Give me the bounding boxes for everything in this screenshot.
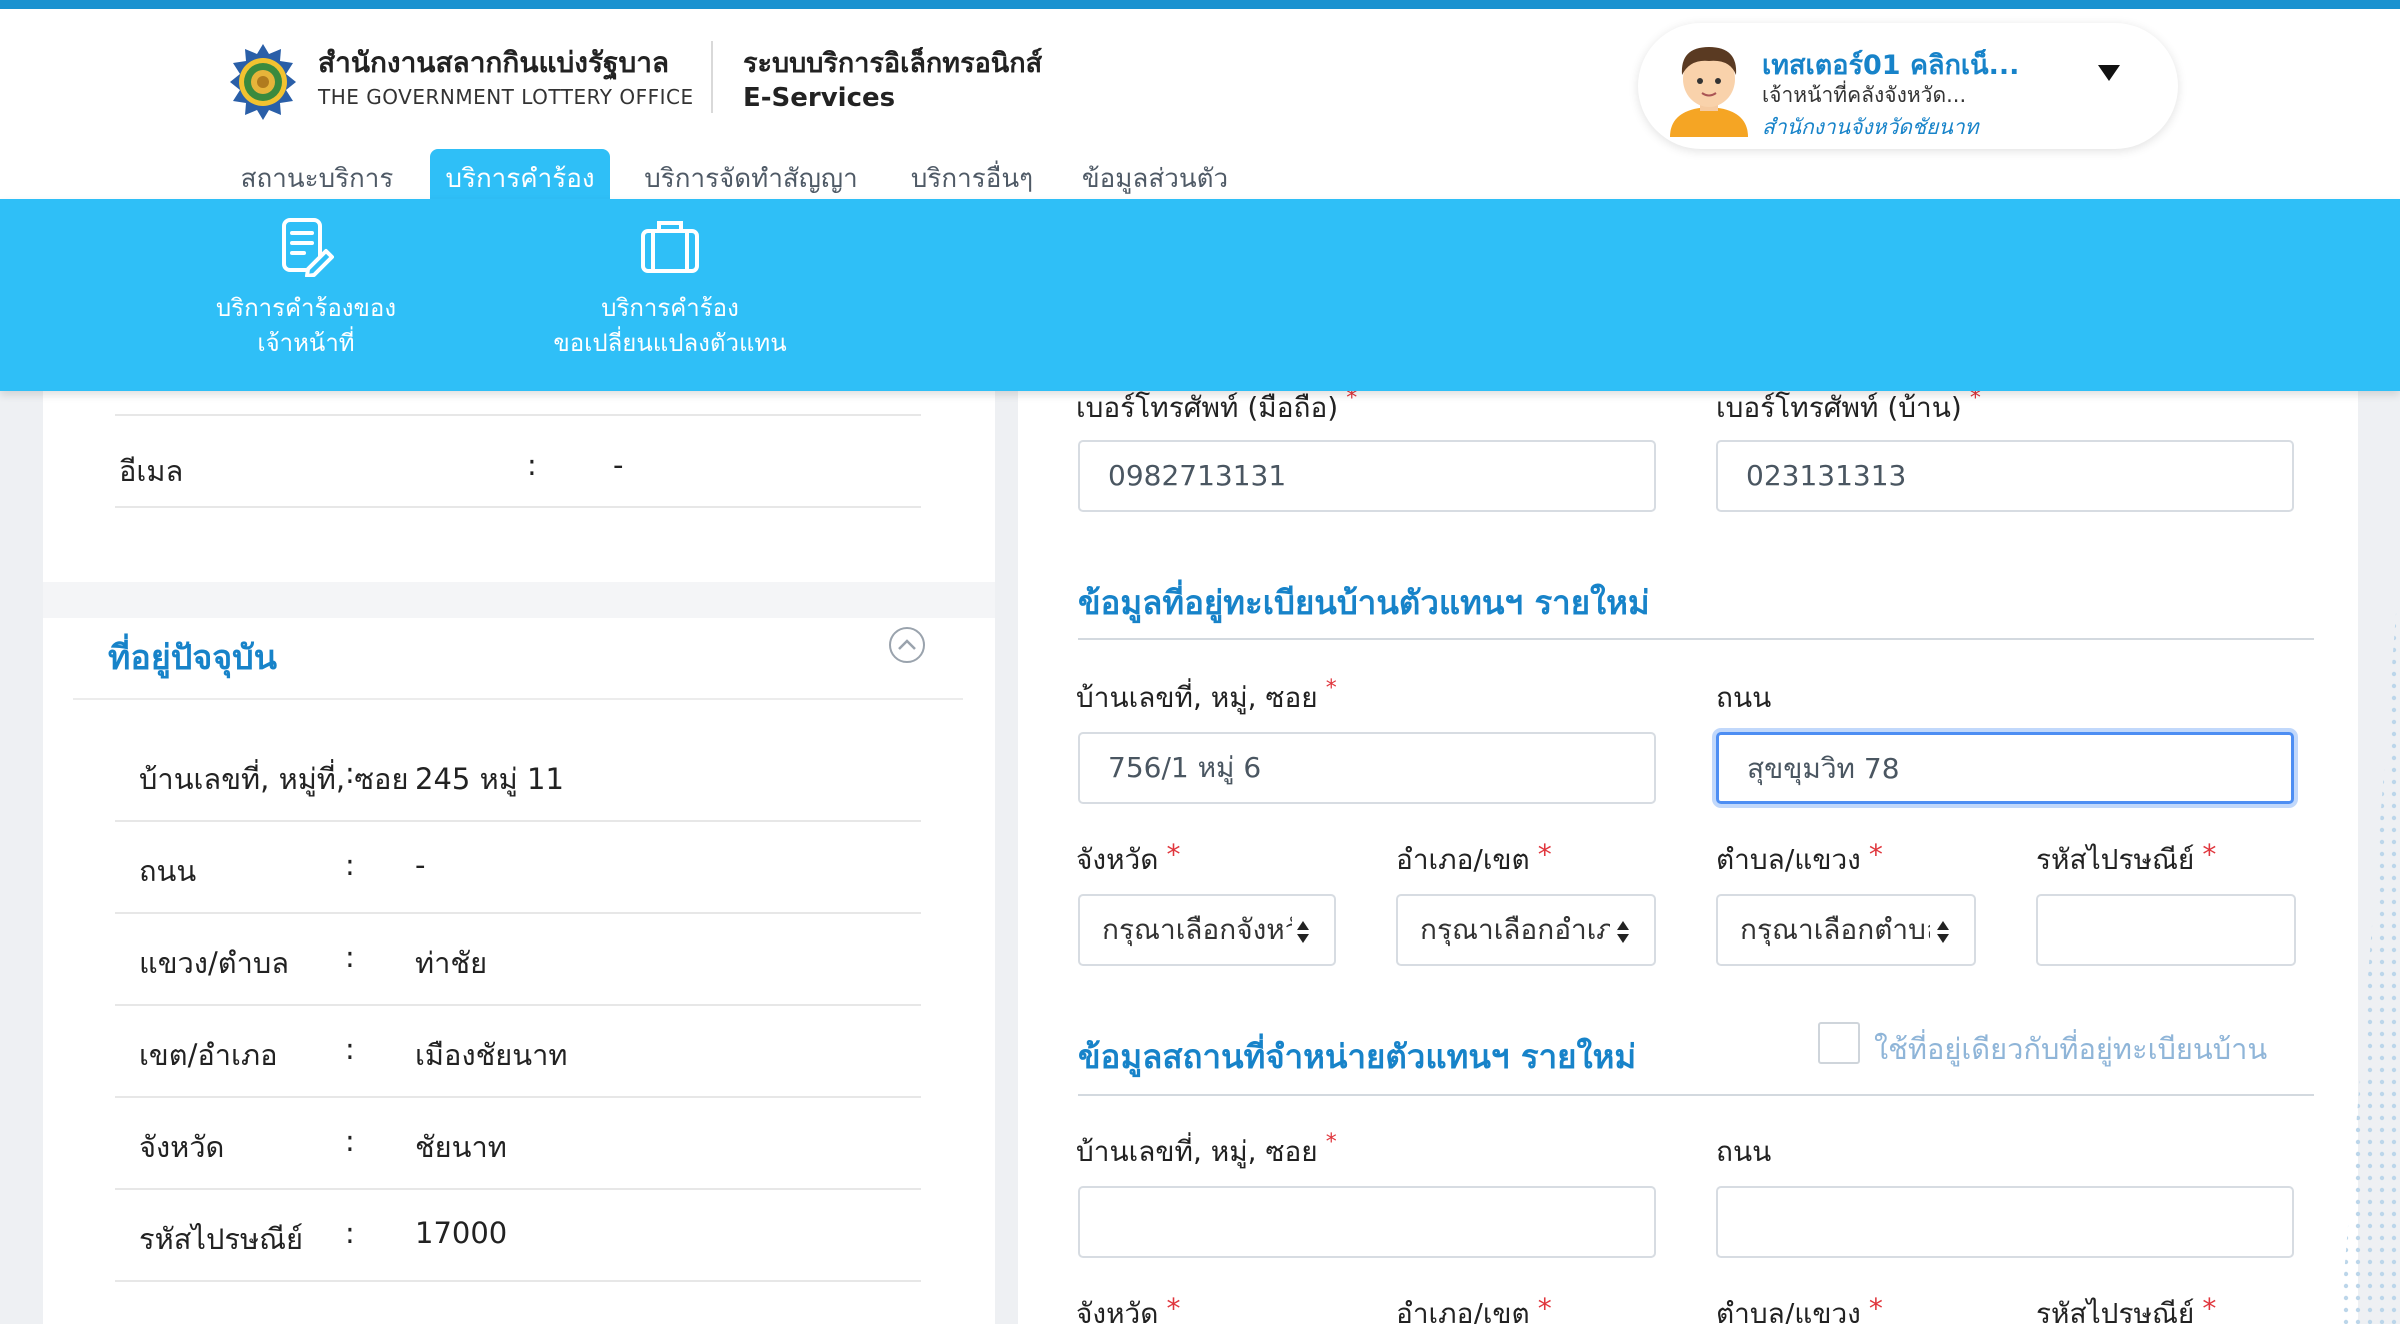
shop-address-section-title: ข้อมูลสถานที่จำหน่ายตัวแทนฯ รายใหม่ — [1078, 1037, 1637, 1076]
reg-postcode-input[interactable] — [2036, 894, 2296, 966]
subnav-officer-requests-line2: เจ้าหน้าที่ — [257, 329, 355, 357]
collapse-chevron-up-icon[interactable] — [888, 626, 926, 664]
select-arrows-icon — [1297, 921, 1309, 943]
select-arrows-icon — [1617, 921, 1629, 943]
address-divider — [73, 698, 963, 700]
reg-road-input[interactable]: สุขขุมวิท 78 — [1716, 732, 2294, 804]
same-address-checkbox[interactable] — [1818, 1022, 1860, 1064]
shop-postcode-label: รหัสไปรษณีย์ * — [2036, 1292, 2217, 1324]
email-label: อีเมล — [119, 454, 184, 488]
address-label: แขวง/ตำบล — [139, 946, 290, 980]
address-row-district: เขต/อำเภอ : เมืองชัยนาท — [115, 1006, 921, 1098]
reg-province-label: จังหวัด * — [1076, 838, 1181, 876]
reg-subdistrict-select[interactable]: กรุณาเลือกตำบล — [1716, 894, 1976, 966]
glo-logo-icon[interactable] — [224, 43, 302, 121]
caret-down-icon[interactable] — [2098, 65, 2120, 81]
shop-road-input[interactable] — [1716, 1186, 2294, 1258]
reg-house-input[interactable]: 756/1 หมู่ 6 — [1078, 732, 1656, 804]
address-row-subdistrict: แขวง/ตำบล : ท่าชัย — [115, 914, 921, 1006]
reg-subdistrict-select-value: กรุณาเลือกตำบล — [1740, 913, 1930, 946]
subnav-officer-requests[interactable]: บริการคำร้องของ เจ้าหน้าที่ — [196, 217, 416, 361]
current-address-title: ที่อยู่ปัจจุบัน — [108, 638, 278, 678]
reg-district-select[interactable]: กรุณาเลือกอำเภอ — [1396, 894, 1656, 966]
shop-house-label: บ้านเลขที่, หมู่, ซอย * — [1076, 1130, 1337, 1168]
registered-address-section-title: ข้อมูลที่อยู่ทะเบียนบ้านตัวแทนฯ รายใหม่ — [1078, 583, 1650, 622]
new-agent-form: เบอร์โทรศัพท์ (มือถือ) * เบอร์โทรศัพท์ (บ… — [1018, 360, 2358, 1324]
user-role: เจ้าหน้าที่คลังจังหวัด... — [1762, 83, 1967, 107]
address-row-province: จังหวัด : ชัยนาท — [115, 1098, 921, 1190]
site-header: สำนักงานสลากกินแบ่งรัฐบาล THE GOVERNMENT… — [0, 9, 2400, 209]
system-name-en: E-Services — [743, 83, 896, 113]
header-divider — [711, 41, 713, 113]
mobile-phone-input[interactable]: 0982713131 — [1078, 440, 1656, 512]
user-profile-menu[interactable]: เทสเตอร์01 คลิกเน็... เจ้าหน้าที่คลังจัง… — [1638, 23, 2178, 149]
shop-road-label: ถนน — [1716, 1135, 1772, 1168]
contact-info-block: อีเมล : - — [43, 360, 995, 582]
same-address-label[interactable]: ใช้ที่อยู่เดียวกับที่อยู่ทะเบียนบ้าน — [1874, 1026, 2267, 1072]
address-row-road: ถนน : - — [115, 822, 921, 914]
shop-house-input[interactable] — [1078, 1186, 1656, 1258]
address-label: บ้านเลขที่, หมู่ที่, ซอย — [139, 762, 409, 796]
address-row-postcode: รหัสไปรษณีย์ : 17000 — [115, 1190, 921, 1282]
reg-house-label: บ้านเลขที่, หมู่, ซอย * — [1076, 676, 1337, 714]
address-value: 17000 — [415, 1216, 508, 1250]
home-phone-label: เบอร์โทรศัพท์ (บ้าน) * — [1716, 386, 1981, 424]
reg-postcode-label: รหัสไปรษณีย์ * — [2036, 838, 2217, 876]
address-colon: : — [345, 1032, 355, 1066]
reg-district-select-value: กรุณาเลือกอำเภอ — [1420, 913, 1610, 946]
reg-province-select[interactable]: กรุณาเลือกจังหวัด — [1078, 894, 1336, 966]
shop-province-label: จังหวัด * — [1076, 1292, 1181, 1324]
address-colon: : — [345, 940, 355, 974]
subnav-change-agent-line2: ขอเปลี่ยนแปลงตัวแทน — [553, 329, 787, 357]
address-colon: : — [345, 1216, 355, 1250]
section-gap — [43, 582, 995, 618]
address-label: เขต/อำเภอ — [139, 1038, 278, 1072]
reg-subdistrict-label: ตำบล/แขวง * — [1716, 838, 1883, 876]
top-accent-bar — [0, 0, 2400, 9]
decorative-dot-pattern — [2340, 560, 2400, 1324]
system-name-th: ระบบบริการอิเล็กทรอนิกส์ — [743, 48, 1043, 79]
address-value: 245 หมู่ 11 — [415, 762, 564, 796]
email-value: - — [613, 448, 624, 482]
section-divider — [1078, 1094, 2314, 1096]
address-value: เมืองชัยนาท — [415, 1038, 568, 1072]
address-value: ชัยนาท — [415, 1130, 507, 1164]
reg-province-select-value: กรุณาเลือกจังหวัด — [1102, 913, 1292, 946]
address-value: - — [415, 848, 426, 882]
address-label: ถนน — [139, 854, 197, 888]
current-address-panel: อีเมล : - ที่อยู่ปัจจุบัน บ้านเลขที่, หม… — [43, 360, 995, 1324]
reg-road-label: ถนน — [1716, 681, 1772, 714]
home-phone-input[interactable]: 023131313 — [1716, 440, 2294, 512]
shop-district-label: อำเภอ/เขต * — [1396, 1292, 1552, 1324]
subnav-change-agent-requests[interactable]: บริการคำร้อง ขอเปลี่ยนแปลงตัวแทน — [540, 217, 800, 361]
shop-subdistrict-label: ตำบล/แขวง * — [1716, 1292, 1883, 1324]
address-colon: : — [345, 848, 355, 882]
address-row-house: บ้านเลขที่, หมู่ที่, ซอย : 245 หมู่ 11 — [115, 730, 921, 822]
subnav-officer-requests-line1: บริการคำร้องของ — [215, 294, 397, 322]
select-arrows-icon — [1937, 921, 1949, 943]
document-edit-icon — [282, 218, 334, 277]
briefcase-icon — [641, 221, 699, 273]
user-avatar — [1670, 47, 1748, 137]
address-label: รหัสไปรษณีย์ — [139, 1222, 303, 1256]
org-name-en: THE GOVERNMENT LOTTERY OFFICE — [318, 85, 694, 109]
section-divider — [1078, 638, 2314, 640]
address-colon: : — [345, 1124, 355, 1158]
address-value: ท่าชัย — [415, 946, 488, 980]
address-colon: : — [345, 756, 355, 790]
subnav-change-agent-line1: บริการคำร้อง — [601, 294, 739, 322]
user-office: สำนักงานจังหวัดชัยนาท — [1762, 115, 1979, 139]
address-label: จังหวัด — [139, 1130, 225, 1164]
email-row: อีเมล : - — [115, 414, 921, 508]
mobile-phone-label: เบอร์โทรศัพท์ (มือถือ) * — [1076, 386, 1358, 424]
sub-navigation: บริการคำร้องของ เจ้าหน้าที่ บริการคำร้อง… — [0, 199, 2400, 391]
reg-district-label: อำเภอ/เขต * — [1396, 838, 1552, 876]
email-colon: : — [527, 448, 537, 482]
org-name-th: สำนักงานสลากกินแบ่งรัฐบาล — [318, 46, 670, 79]
